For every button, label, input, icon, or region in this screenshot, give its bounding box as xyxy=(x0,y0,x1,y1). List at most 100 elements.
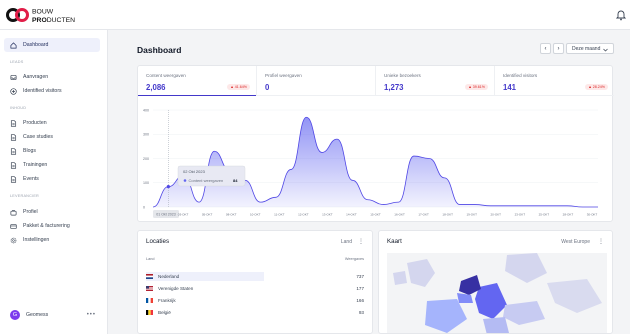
divider xyxy=(257,95,375,96)
x-tick-label: 15-OKT xyxy=(370,213,381,217)
sidebar-item-aanvragen[interactable]: Aanvragen xyxy=(4,70,100,84)
map-title: Kaart xyxy=(387,238,402,245)
document-icon xyxy=(10,119,17,127)
document-icon xyxy=(10,175,17,183)
x-tick-label: 16-OKT xyxy=(394,213,405,217)
period-select[interactable]: Deze maand xyxy=(566,43,614,54)
x-tick-label: 14-OKT xyxy=(346,213,357,217)
sidebar-item-pakket[interactable]: Pakket & facturering xyxy=(4,219,100,233)
sidebar-item-profiel[interactable]: Profiel xyxy=(4,205,100,219)
sidebar-item-events[interactable]: Events xyxy=(4,172,100,186)
stat-value: 0 xyxy=(265,83,270,92)
next-period-button[interactable]: › xyxy=(553,43,564,54)
top-bar: BOUW PRODUCTEN xyxy=(0,0,630,30)
tooltip-date: 02 Okt 2023 xyxy=(183,169,206,174)
sidebar-item-dashboard[interactable]: Dashboard xyxy=(4,38,100,52)
x-tick-label: 30-OKT xyxy=(587,213,598,217)
sidebar-section-leads: LEADS xyxy=(10,60,24,64)
sidebar-item-blogs[interactable]: Blogs xyxy=(4,144,100,158)
stats-chart-card: Content weergaven 2,086 ▲ 41.64% Profiel… xyxy=(137,65,614,222)
sidebar-item-case-studies[interactable]: Case studies xyxy=(4,130,100,144)
location-value: 93 xyxy=(358,310,364,315)
stat-value: 141 xyxy=(503,83,517,92)
home-icon xyxy=(10,41,17,48)
locations-menu-icon[interactable]: ⋮ xyxy=(358,238,364,245)
x-tick-label: 18-OKT xyxy=(442,213,453,217)
stat-value: 1,273 xyxy=(384,83,404,92)
locations-title: Locaties xyxy=(146,238,170,245)
x-tick-label: 10-OKT xyxy=(250,213,261,217)
y-tick-label: 200 xyxy=(143,157,149,161)
europe-map[interactable] xyxy=(387,253,607,334)
map-card: Kaart West Europe ⋮ xyxy=(378,230,613,334)
sidebar-item-label: Blogs xyxy=(23,148,36,154)
sidebar-section-inhoud: INHOUD xyxy=(10,106,27,110)
location-value: 166 xyxy=(356,298,364,303)
sidebar-item-trainingen[interactable]: Trainingen xyxy=(4,158,100,172)
sidebar-section-leverancier: LEVERANCIER xyxy=(10,194,39,198)
sidebar-item-label: Pakket & facturering xyxy=(23,223,70,229)
location-row[interactable]: België xyxy=(146,308,366,317)
stat-value: 2,086 xyxy=(146,83,166,92)
brand-line2a: PRO xyxy=(32,17,47,24)
sidebar-item-label: Trainingen xyxy=(23,162,48,168)
stat-content-views[interactable]: Content weergaven 2,086 ▲ 41.64% xyxy=(138,66,257,96)
stat-label: Content weergaven xyxy=(146,73,186,78)
location-row[interactable]: Frankrijk xyxy=(146,296,366,305)
y-tick-label: 0 xyxy=(143,205,145,209)
x-tick-label: 08-OKT xyxy=(226,213,237,217)
flag-fr-icon xyxy=(146,298,153,303)
period-select-value: Deze maand xyxy=(572,45,601,52)
map-region-select[interactable]: West Europe xyxy=(561,239,590,245)
sidebar-item-producten[interactable]: Producten xyxy=(4,116,100,130)
locations-filter[interactable]: Land xyxy=(341,239,352,245)
x-tick-label: 11-OKT xyxy=(274,213,284,217)
stat-label: Unieke bezoekers xyxy=(384,73,421,78)
gear-icon xyxy=(10,237,17,243)
map-menu-icon[interactable]: ⋮ xyxy=(598,238,604,245)
tooltip-legend-dot xyxy=(183,179,187,182)
col-header-views: Weergaves xyxy=(344,257,364,261)
sidebar-item-label: Producten xyxy=(23,120,47,126)
brand-line2b: DUCTEN xyxy=(47,17,75,24)
prev-period-button[interactable]: ‹ xyxy=(540,43,551,54)
user-menu[interactable]: G Geomess ••• xyxy=(4,306,100,324)
stat-unique-visitors[interactable]: Unieke bezoekers 1,273 ▲ 39.61% xyxy=(376,66,495,96)
card-icon xyxy=(10,223,17,229)
sidebar-item-label: Profiel xyxy=(23,209,38,215)
sidebar-item-instellingen[interactable]: Instellingen xyxy=(4,233,100,247)
chart-tooltip: 02 Okt 2023 Content weergaven 84 xyxy=(177,165,246,187)
plus-circle-icon xyxy=(10,87,17,95)
sidebar-item-identified-visitors[interactable]: Identified visitors xyxy=(4,84,100,98)
location-row[interactable]: Verenigde Staten xyxy=(146,284,366,293)
sidebar-item-label: Identified visitors xyxy=(23,88,62,94)
sidebar-item-label: Dashboard xyxy=(23,42,49,48)
x-tick-label: 17-OKT xyxy=(418,213,429,217)
more-options-icon[interactable]: ••• xyxy=(87,312,96,318)
sidebar-item-label: Aanvragen xyxy=(23,74,49,80)
page-title: Dashboard xyxy=(137,45,182,55)
stat-identified-visitors[interactable]: Identified visitors 141 ▲ 28.24% xyxy=(495,66,614,96)
stat-profile-views[interactable]: Profiel weergaven 0 xyxy=(257,66,376,96)
y-tick-label: 100 xyxy=(143,181,149,185)
x-tick-label: 19-OKT xyxy=(466,213,477,217)
stat-badge: ▲ 41.64% xyxy=(227,84,250,90)
location-row[interactable]: Nederland xyxy=(146,272,264,281)
location-value: 177 xyxy=(356,286,364,291)
bell-icon[interactable] xyxy=(616,9,626,21)
area-chart[interactable]: 0 100 200 300 400 02 Okt 2023 Content weerga… xyxy=(138,102,614,222)
x-tick-label: 25-OKT xyxy=(539,213,550,217)
map-region-austria xyxy=(483,317,509,333)
map-region-ireland xyxy=(393,271,407,285)
x-tick-label: 23-OKT xyxy=(515,213,526,217)
x-tick-label: 03-OKT xyxy=(178,213,189,217)
flag-us-icon xyxy=(146,286,153,291)
tooltip-label: Content weergaven xyxy=(189,178,224,183)
brand-logo[interactable]: BOUW PRODUCTEN xyxy=(6,4,90,26)
x-tick-label: 12-OKT xyxy=(298,213,309,217)
x-tick-label: 05-OKT xyxy=(202,213,213,217)
sidebar: Dashboard LEADS Aanvragen Identified vis… xyxy=(0,30,108,334)
document-icon xyxy=(10,133,17,141)
chevron-down-icon xyxy=(603,48,608,51)
stat-badge: ▲ 28.24% xyxy=(585,84,608,90)
